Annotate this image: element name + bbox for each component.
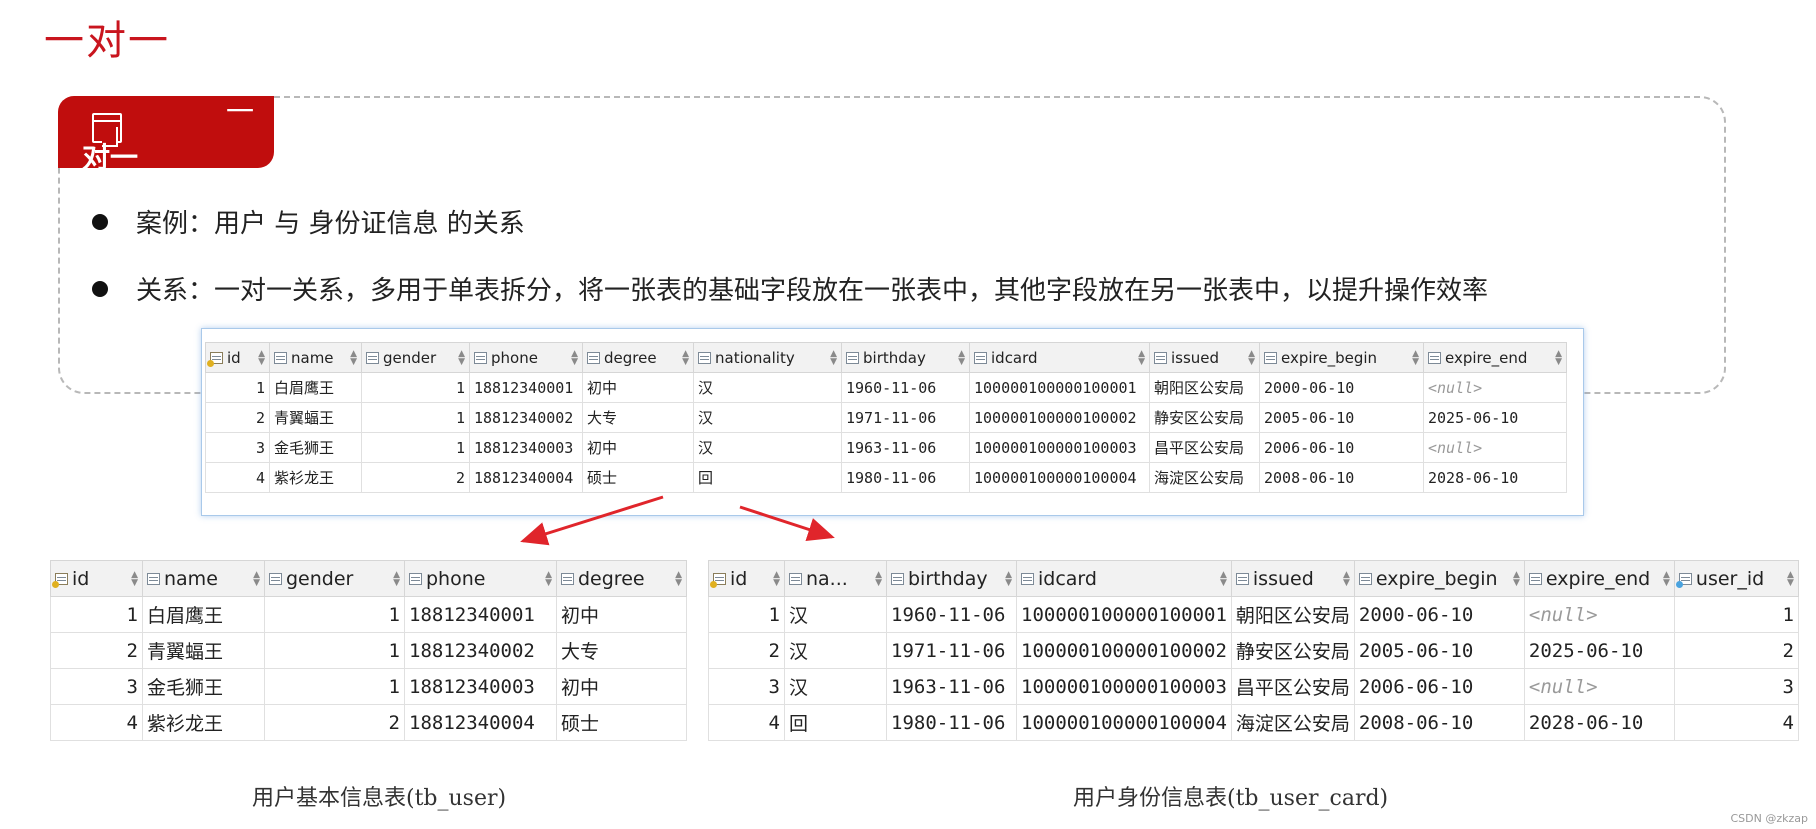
split-arrows: [520, 495, 835, 546]
arrow-left: [520, 495, 664, 546]
tb-user-card-caption: 用户身份信息表(tb_user_card): [1073, 786, 1389, 811]
tb-user-caption: 用户基本信息表(tb_user): [252, 786, 507, 811]
arrow-right: [739, 505, 835, 541]
watermark: CSDN @zkzap: [1730, 812, 1809, 825]
